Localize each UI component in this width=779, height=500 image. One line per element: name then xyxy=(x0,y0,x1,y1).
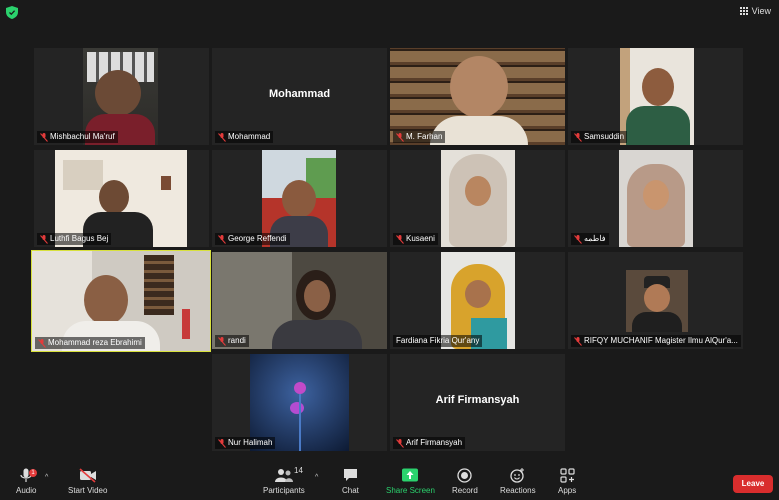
participant-tile[interactable]: Nur Halimah xyxy=(212,354,387,451)
participant-name-label: Kusaeni xyxy=(393,233,438,245)
participant-tile[interactable]: Arif Firmansyah Arif Firmansyah xyxy=(390,354,565,451)
participant-name-label: randi xyxy=(215,335,249,347)
participants-count: 14 xyxy=(294,466,303,475)
participant-tile[interactable]: Luthfi Bagus Bej xyxy=(34,150,209,247)
participant-tile[interactable]: Kusaeni xyxy=(390,150,565,247)
participant-tile[interactable]: RIFQY MUCHANIF Magister Ilmu AlQur'a... xyxy=(568,252,743,349)
participant-name: George Reffendi xyxy=(228,234,287,243)
participant-name: Luthfi Bagus Bej xyxy=(50,234,109,243)
participant-name-label: M. Farhan xyxy=(393,131,446,143)
participant-name-label: RIFQY MUCHANIF Magister Ilmu AlQur'a... xyxy=(571,335,741,347)
share-screen-icon xyxy=(402,468,419,482)
participant-name-label: George Reffendi xyxy=(215,233,290,245)
participant-name-label: Arif Firmansyah xyxy=(393,437,466,449)
reactions-label: Reactions xyxy=(500,486,536,495)
audio-notification-badge: 1 xyxy=(29,469,37,477)
participant-name: Arif Firmansyah xyxy=(406,438,463,447)
record-button[interactable]: Record xyxy=(452,468,478,495)
participant-name-label: Fardiana Fikria Qur'any xyxy=(393,335,483,347)
participant-tile[interactable]: randi xyxy=(212,252,387,349)
participant-video xyxy=(441,150,515,247)
share-screen-button[interactable]: Share Screen xyxy=(386,468,435,495)
start-video-label: Start Video xyxy=(68,486,108,495)
participant-name-label: فاطمه xyxy=(571,233,609,245)
participant-tile[interactable]: Fardiana Fikria Qur'any xyxy=(390,252,565,349)
chat-button[interactable]: Chat xyxy=(342,468,359,495)
participant-tile[interactable]: فاطمه xyxy=(568,150,743,247)
participant-name: Mohammad reza Ebrahimi xyxy=(48,338,142,347)
participant-tile-active-speaker[interactable]: Mohammad reza Ebrahimi xyxy=(31,250,211,352)
participant-name: Kusaeni xyxy=(406,234,435,243)
participants-options-caret-icon[interactable]: ^ xyxy=(315,474,318,481)
participant-tile[interactable]: Mohammad Mohammad xyxy=(212,48,387,145)
participant-tile[interactable]: M. Farhan xyxy=(390,48,565,145)
participants-icon xyxy=(274,469,293,482)
participant-name-label: Samsuddin xyxy=(571,131,628,143)
audio-options-caret-icon[interactable]: ^ xyxy=(45,474,48,481)
muted-mic-icon xyxy=(574,234,582,244)
muted-mic-icon xyxy=(38,338,46,348)
muted-mic-icon xyxy=(218,234,226,244)
chat-label: Chat xyxy=(342,486,359,495)
view-button[interactable]: View xyxy=(739,6,771,16)
start-video-button[interactable]: Start Video xyxy=(68,468,107,495)
share-screen-label: Share Screen xyxy=(386,486,435,495)
meeting-toolbar: Audio 1 ^ Start Video Participants 14 ^ … xyxy=(0,462,779,500)
participant-tile[interactable]: Samsuddin xyxy=(568,48,743,145)
muted-mic-icon xyxy=(40,132,48,142)
participant-name: Mohammad xyxy=(228,132,271,141)
participant-video xyxy=(620,48,694,145)
reactions-button[interactable]: Reactions xyxy=(500,468,536,495)
muted-mic-icon xyxy=(396,234,404,244)
participant-tile[interactable]: Mishbachul Ma'ruf xyxy=(34,48,209,145)
chat-icon xyxy=(343,469,357,481)
participant-name-label: Luthfi Bagus Bej xyxy=(37,233,112,245)
leave-button[interactable]: Leave xyxy=(733,475,773,493)
muted-mic-icon xyxy=(396,438,404,448)
participant-video xyxy=(626,270,688,332)
participant-name: randi xyxy=(228,336,246,345)
participant-name: Mishbachul Ma'ruf xyxy=(50,132,115,141)
participants-label: Participants xyxy=(263,486,305,495)
apps-button[interactable]: Apps xyxy=(558,468,576,495)
shield-icon[interactable] xyxy=(6,6,18,19)
muted-mic-icon xyxy=(574,336,582,346)
muted-mic-icon xyxy=(396,132,404,142)
participant-big-name: Arif Firmansyah xyxy=(435,394,520,406)
participant-name: RIFQY MUCHANIF Magister Ilmu AlQur'a... xyxy=(584,336,738,345)
participant-name-label: Mishbachul Ma'ruf xyxy=(37,131,118,143)
participant-name: M. Farhan xyxy=(406,132,443,141)
top-bar: View xyxy=(0,0,779,26)
participant-name-label: Mohammad reza Ebrahimi xyxy=(35,337,145,349)
participant-big-name: Mohammad xyxy=(268,88,331,100)
view-label: View xyxy=(751,6,771,16)
participant-name-label: Mohammad xyxy=(215,131,274,143)
video-off-icon xyxy=(79,468,96,483)
apps-label: Apps xyxy=(558,486,577,495)
participant-name: Fardiana Fikria Qur'any xyxy=(396,336,480,345)
participant-name: Samsuddin xyxy=(584,132,625,141)
apps-icon xyxy=(560,468,575,483)
participant-tile[interactable]: George Reffendi xyxy=(212,150,387,247)
record-icon xyxy=(457,468,473,483)
smiley-icon xyxy=(510,468,525,483)
muted-mic-icon xyxy=(218,438,226,448)
muted-mic-icon xyxy=(40,234,48,244)
record-label: Record xyxy=(452,486,478,495)
participant-name: Nur Halimah xyxy=(228,438,273,447)
participant-name-label: Nur Halimah xyxy=(215,437,276,449)
muted-mic-icon xyxy=(218,132,226,142)
muted-mic-icon xyxy=(218,336,226,346)
participant-name: فاطمه xyxy=(584,234,606,243)
muted-mic-icon xyxy=(574,132,582,142)
participant-video xyxy=(619,150,693,247)
audio-label: Audio xyxy=(16,486,37,495)
grid-view-icon xyxy=(739,7,748,15)
participant-video xyxy=(32,251,210,351)
